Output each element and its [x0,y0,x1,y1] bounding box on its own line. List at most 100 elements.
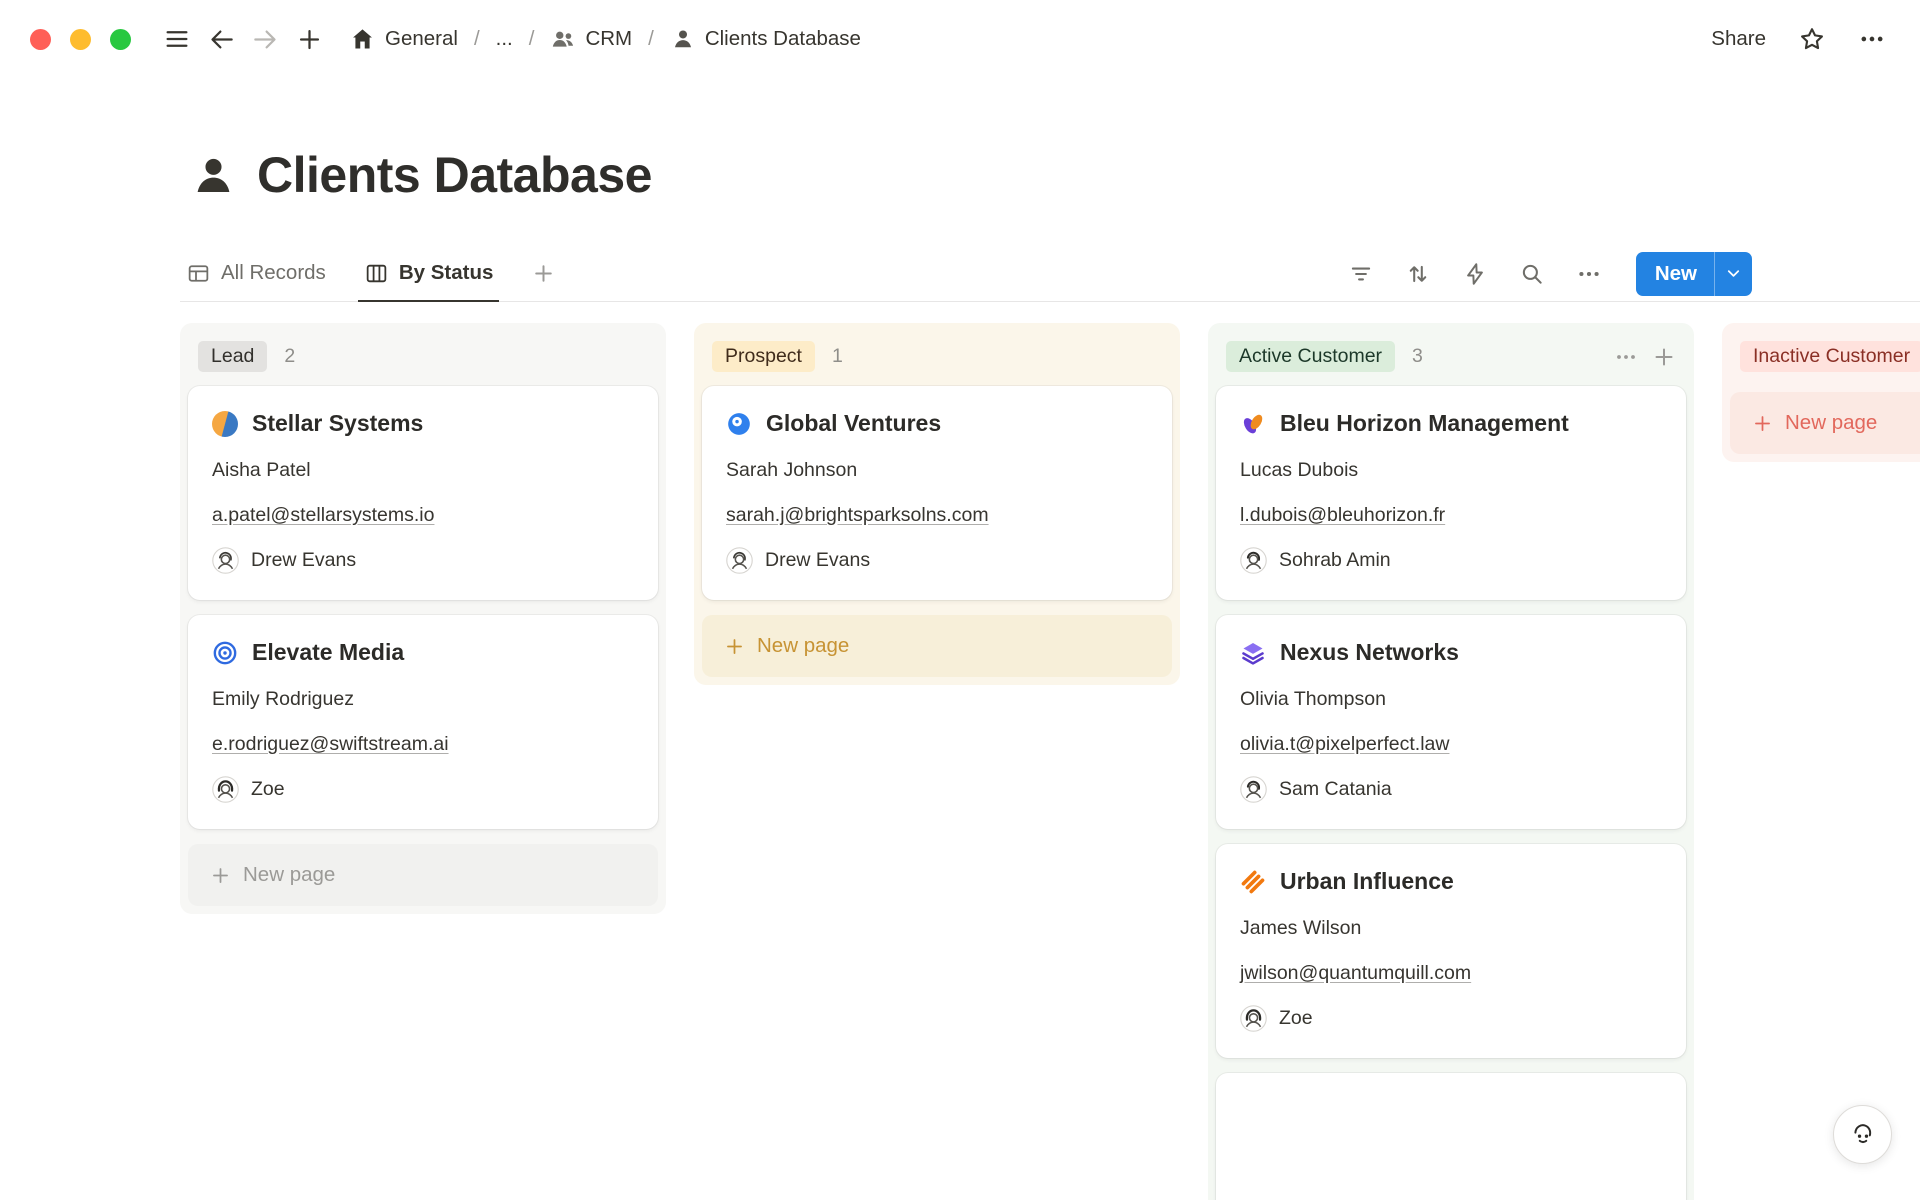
column-add-icon[interactable] [1652,345,1676,369]
card-email-link[interactable]: a.patel@stellarsystems.io [212,504,634,527]
avatar [212,776,239,803]
card-company-name: Elevate Media [252,639,404,666]
column-inactive-customer: Inactive Customer New page [1722,323,1920,462]
more-icon[interactable] [1858,25,1886,53]
sort-icon[interactable] [1402,258,1434,290]
stellar-systems-logo-icon [212,411,238,437]
new-record-label: New [1636,262,1714,286]
card-company-name: Urban Influence [1280,868,1454,895]
breadcrumb: General / ... / CRM / Clients Database [343,23,867,56]
views-toolbar-row: All Records By Status New [180,246,1920,302]
plus-icon [210,865,231,886]
global-ventures-logo-icon [726,411,752,437]
breadcrumb-separator: / [474,27,480,51]
breadcrumb-page[interactable]: Clients Database [664,23,867,55]
breadcrumb-crm[interactable]: CRM [544,23,638,55]
automation-icon[interactable] [1459,258,1491,290]
card-contact-name: Aisha Patel [212,459,634,482]
breadcrumb-label: Clients Database [705,27,861,51]
tab-by-status[interactable]: By Status [358,246,500,302]
zoom-window-button[interactable] [110,29,131,50]
table-view-icon [186,261,211,286]
status-badge[interactable]: Inactive Customer [1740,341,1920,372]
card-email-link[interactable]: e.rodriguez@swiftstream.ai [212,733,634,756]
card-contact-name: James Wilson [1240,917,1662,940]
status-badge[interactable]: Prospect [712,341,815,372]
card-nexus-networks[interactable]: Nexus Networks Olivia Thompson olivia.t@… [1216,615,1686,829]
breadcrumb-teamspace[interactable]: General [343,23,464,56]
new-page-button[interactable]: New page [702,615,1172,677]
hamburger-icon[interactable] [159,21,195,57]
breadcrumb-separator: / [529,27,535,51]
ai-face-icon [1847,1119,1879,1151]
card-urban-influence[interactable]: Urban Influence James Wilson jwilson@qua… [1216,844,1686,1058]
card-company-name: Stellar Systems [252,410,423,437]
urban-influence-logo-icon [1240,869,1266,895]
column-more-icon[interactable] [1614,345,1638,369]
chevron-down-icon[interactable] [1715,252,1752,296]
person-icon [670,26,696,52]
avatar [1240,1005,1267,1032]
card-elevate-media[interactable]: Elevate Media Emily Rodriguez e.rodrigue… [188,615,658,829]
bleu-horizon-logo-icon [1240,411,1266,437]
view-more-icon[interactable] [1573,258,1605,290]
page-title: Clients Database [257,146,652,204]
column-active-customer: Active Customer 3 Bleu Horizon Managemen… [1208,323,1694,1200]
status-badge[interactable]: Lead [198,341,267,372]
add-view-icon[interactable] [525,246,562,301]
share-button[interactable]: Share [1711,27,1766,51]
plus-icon [724,636,745,657]
card-stellar-systems[interactable]: Stellar Systems Aisha Patel a.patel@stel… [188,386,658,600]
back-icon[interactable] [203,21,239,57]
card-company-name: Global Ventures [766,410,941,437]
tab-label: All Records [221,261,326,285]
filter-icon[interactable] [1345,258,1377,290]
new-tab-icon[interactable] [291,21,327,57]
avatar [726,547,753,574]
new-page-button[interactable]: New page [188,844,658,906]
column-header: Active Customer 3 [1216,331,1686,386]
card-email-link[interactable]: sarah.j@brightsparksolns.com [726,504,1148,527]
column-prospect: Prospect 1 Global Ventures Sarah Johnson… [694,323,1180,685]
search-icon[interactable] [1516,258,1548,290]
tab-all-records[interactable]: All Records [180,246,332,302]
forward-icon[interactable] [247,21,283,57]
plus-icon [1752,413,1773,434]
minimize-window-button[interactable] [70,29,91,50]
column-count: 2 [284,345,295,368]
new-page-button[interactable]: New page [1730,392,1920,454]
column-header: Inactive Customer [1730,331,1920,386]
people-icon [550,26,576,52]
close-window-button[interactable] [30,29,51,50]
card-partially-visible[interactable] [1216,1073,1686,1200]
page-icon-person[interactable] [190,152,237,199]
page-header: Clients Database [190,146,1920,204]
avatar [1240,776,1267,803]
elevate-media-logo-icon [212,640,238,666]
card-contact-name: Sarah Johnson [726,459,1148,482]
star-icon[interactable] [1798,25,1826,53]
column-count: 3 [1412,345,1423,368]
card-global-ventures[interactable]: Global Ventures Sarah Johnson sarah.j@br… [702,386,1172,600]
window-controls [30,29,131,50]
card-contact-name: Lucas Dubois [1240,459,1662,482]
kanban-board: Lead 2 Stellar Systems Aisha Patel a.pat… [0,302,1920,1200]
card-email-link[interactable]: jwilson@quantumquill.com [1240,962,1662,985]
breadcrumb-label: CRM [585,27,632,51]
breadcrumb-collapsed[interactable]: ... [490,24,519,54]
card-owner-name: Sohrab Amin [1279,549,1391,572]
new-page-label: New page [757,634,849,658]
new-page-label: New page [1785,411,1877,435]
breadcrumb-label: General [385,27,458,51]
column-header: Prospect 1 [702,331,1172,386]
window-titlebar: General / ... / CRM / Clients Database S… [0,0,1920,78]
card-bleu-horizon[interactable]: Bleu Horizon Management Lucas Dubois l.d… [1216,386,1686,600]
card-email-link[interactable]: l.dubois@bleuhorizon.fr [1240,504,1662,527]
ai-assistant-button[interactable] [1833,1105,1892,1164]
status-badge[interactable]: Active Customer [1226,341,1395,372]
new-record-button[interactable]: New [1636,252,1752,296]
card-email-link[interactable]: olivia.t@pixelperfect.law [1240,733,1662,756]
card-contact-name: Emily Rodriguez [212,688,634,711]
card-owner-name: Drew Evans [765,549,870,572]
card-owner-name: Zoe [1279,1007,1313,1030]
